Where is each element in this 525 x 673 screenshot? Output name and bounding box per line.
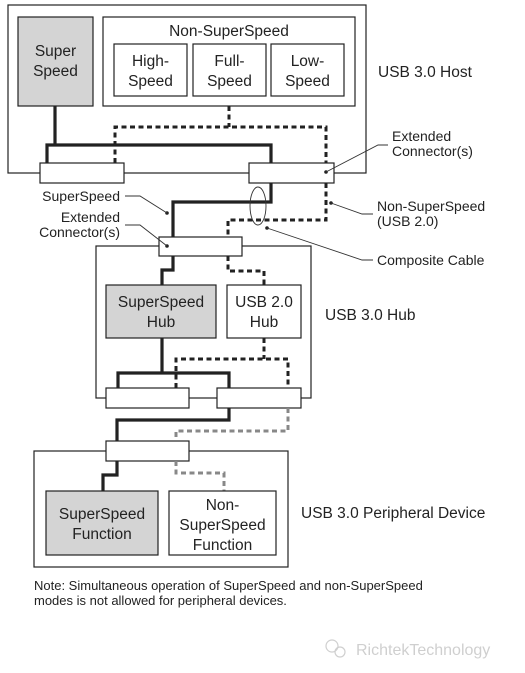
extended-connector-label: Connector(s) xyxy=(392,143,473,159)
superspeed-callout-label: SuperSpeed xyxy=(42,188,120,204)
device-connector xyxy=(105,440,190,462)
non-superspeed-title: Non-SuperSpeed xyxy=(169,23,289,40)
hub-downstream-connector-right xyxy=(216,387,302,409)
device-cable-superspeed-line xyxy=(115,408,231,441)
high-speed-label: Speed xyxy=(128,73,173,90)
non-superspeed-function-label: Non- xyxy=(206,497,240,514)
note-line: modes is not allowed for peripheral devi… xyxy=(34,593,287,608)
usb3-architecture-diagram: Super Speed Non-SuperSpeed High- Speed F… xyxy=(7,4,490,659)
superspeed-function-label: Function xyxy=(72,526,131,543)
cable-superspeed-line xyxy=(171,183,273,237)
usb2-hub-label: Hub xyxy=(250,314,278,331)
high-speed-label: High- xyxy=(132,53,169,70)
host-superspeed-box xyxy=(17,16,94,107)
host-connector-right xyxy=(248,162,335,184)
extended-connector-label: Extended xyxy=(392,128,451,144)
extended-connector-label: Extended xyxy=(61,209,120,225)
host-superspeed-label: Speed xyxy=(33,63,78,80)
non-superspeed-callout-label: (USB 2.0) xyxy=(377,213,438,229)
low-speed-label: Speed xyxy=(285,73,330,90)
hub-upstream-connector xyxy=(158,236,243,257)
leader-line xyxy=(330,202,373,215)
note-line: Note: Simultaneous operation of SuperSpe… xyxy=(34,578,423,593)
non-superspeed-function-label: SuperSpeed xyxy=(179,517,265,534)
hub-downstream-connector-left xyxy=(105,387,190,409)
watermark-text: RichtekTechnology xyxy=(356,642,490,659)
full-speed-label: Full- xyxy=(214,53,244,70)
superspeed-hub-label: SuperSpeed xyxy=(118,294,204,311)
non-superspeed-function-label: Function xyxy=(193,537,252,554)
usb3-peripheral-device: SuperSpeed Function Non- SuperSpeed Func… xyxy=(33,440,485,568)
device-cable-usb2-line xyxy=(174,408,290,441)
host-title: USB 3.0 Host xyxy=(378,64,473,81)
host-connector-left xyxy=(39,162,125,184)
extended-connector-label: Connector(s) xyxy=(39,224,120,240)
usb2-hub-label: USB 2.0 xyxy=(235,294,293,311)
watermark: RichtekTechnology xyxy=(325,639,490,659)
cable-usb2-line xyxy=(226,183,328,237)
leader-line xyxy=(125,195,168,214)
superspeed-function-box xyxy=(45,490,159,556)
superspeed-hub-label: Hub xyxy=(147,314,175,331)
device-title: USB 3.0 Peripheral Device xyxy=(301,505,485,522)
usb3-hub: SuperSpeed Hub USB 2.0 Hub USB 3.0 Hub xyxy=(95,236,415,409)
wechat-icon xyxy=(325,639,339,653)
composite-cable-label: Composite Cable xyxy=(377,252,485,268)
full-speed-label: Speed xyxy=(207,73,252,90)
hub-title: USB 3.0 Hub xyxy=(325,307,415,324)
host-superspeed-label: Super xyxy=(35,43,76,60)
low-speed-label: Low- xyxy=(291,53,325,70)
superspeed-function-label: SuperSpeed xyxy=(59,506,145,523)
non-superspeed-callout-label: Non-SuperSpeed xyxy=(377,198,485,214)
